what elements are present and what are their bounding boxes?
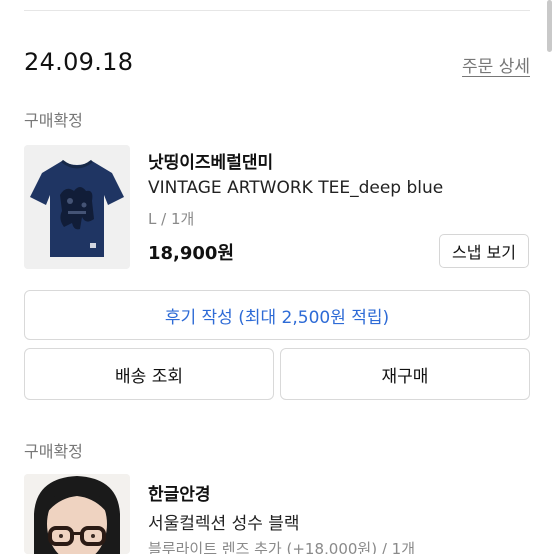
product-name[interactable]: VINTAGE ARTWORK TEE_deep blue — [148, 178, 443, 198]
product-name[interactable]: 서울컬렉션 성수 블랙 — [148, 509, 300, 534]
order-detail-link[interactable]: 주문 상세 — [462, 52, 530, 77]
top-divider — [24, 10, 530, 11]
product-option: 블루라이트 렌즈 추가 (+18,000원) / 1개 — [148, 540, 415, 554]
track-delivery-button[interactable]: 배송 조회 — [24, 348, 274, 400]
product-price: 18,900원 — [148, 243, 235, 264]
item-status: 구매확정 — [24, 442, 83, 461]
product-option: L / 1개 — [148, 210, 195, 228]
model-glasses-image — [24, 474, 130, 554]
product-brand[interactable]: 한글안경 — [148, 480, 211, 505]
order-date: 24.09.18 — [24, 48, 134, 76]
tshirt-image — [24, 145, 130, 269]
item-status: 구매확정 — [24, 111, 83, 130]
product-brand[interactable]: 낫띵이즈베럴댄미 — [148, 148, 273, 173]
product-thumbnail-tshirt[interactable] — [24, 145, 130, 269]
write-review-button[interactable]: 후기 작성 (최대 2,500원 적립) — [24, 290, 530, 340]
snap-view-button[interactable]: 스냅 보기 — [439, 234, 529, 268]
rebuy-button[interactable]: 재구매 — [280, 348, 530, 400]
scrollbar[interactable] — [547, 0, 552, 52]
order-header: 24.09.18 주문 상세 — [24, 48, 530, 80]
product-thumbnail-glasses[interactable] — [24, 474, 130, 554]
